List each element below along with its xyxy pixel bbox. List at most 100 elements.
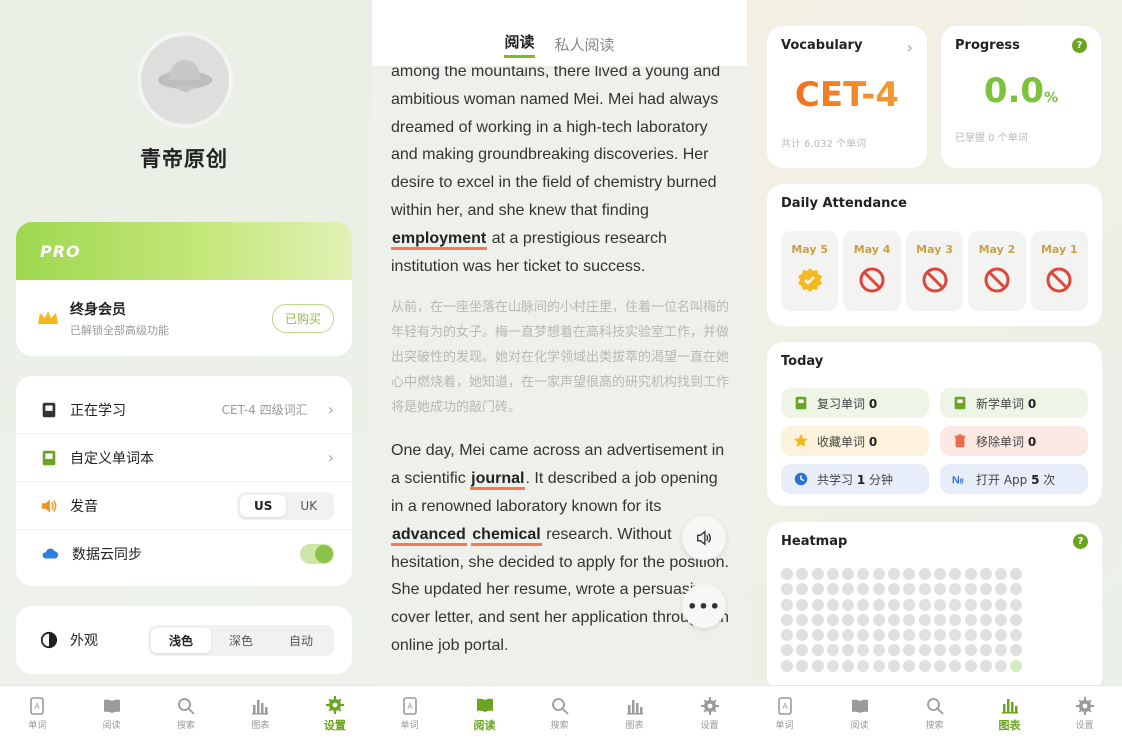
heatmap-cell: [796, 613, 809, 626]
heatmap-cell: [964, 613, 977, 626]
tab-label: 阅读: [473, 718, 496, 732]
heatmap-cell: [781, 644, 793, 657]
search-icon: [178, 698, 195, 715]
vocabulary-card[interactable]: Vocabulary › CET-4 共计 6,032 个单词: [767, 26, 927, 168]
tab-gear[interactable]: 设置: [1047, 686, 1122, 741]
appearance-selector[interactable]: 浅色 深色 自动: [147, 624, 334, 656]
tab-word[interactable]: A 单词: [747, 686, 822, 741]
heatmap-cell: [918, 644, 931, 657]
settings-screen: 青帝原创 PRO 终身会员 已解锁全部高级功能 已购买 正在学习 CET-4 四…: [0, 0, 372, 741]
heatmap-cell: [918, 659, 931, 672]
tab-label: 设置: [700, 721, 719, 731]
word-icon: A: [402, 697, 417, 715]
attendance-date: May 3: [916, 243, 953, 256]
option-uk[interactable]: UK: [286, 495, 331, 517]
svg-text:A: A: [782, 702, 788, 711]
word-icon: A: [30, 697, 45, 715]
heatmap-cell: [903, 598, 916, 611]
cloud-sync-toggle[interactable]: [300, 544, 334, 564]
row-cloud-sync: 数据云同步: [16, 530, 352, 578]
stat-text: 打开 App 5 次: [976, 472, 1056, 487]
tab-search[interactable]: 搜索: [149, 686, 223, 741]
audio-button[interactable]: [682, 516, 726, 560]
heatmap-cell: [995, 583, 1008, 596]
more-icon: •••: [687, 596, 721, 616]
tab-gear[interactable]: 设置: [672, 686, 747, 741]
heatmap-cell: [842, 629, 855, 642]
stat-text: 复习单词 0: [817, 396, 878, 411]
tab-chart[interactable]: 图表: [597, 686, 672, 741]
vocabulary-value: CET-4: [781, 75, 913, 115]
word-icon: A: [777, 697, 792, 715]
heatmap-cell: [903, 568, 916, 580]
more-button[interactable]: •••: [682, 584, 726, 628]
tab-book-open[interactable]: 阅读: [74, 686, 148, 741]
heatmap-cell: [872, 568, 885, 580]
heatmap-cell: [979, 583, 992, 596]
help-icon[interactable]: ?: [1072, 38, 1087, 53]
heatmap-cell: [995, 568, 1008, 580]
purchased-button[interactable]: 已购买: [271, 303, 334, 333]
option-auto[interactable]: 自动: [271, 628, 331, 653]
tab-word[interactable]: A 单词: [0, 686, 74, 741]
tab-search[interactable]: 搜索: [522, 686, 597, 741]
heatmap-cell: [811, 583, 824, 596]
pro-card[interactable]: PRO 终身会员 已解锁全部高级功能 已购买: [16, 222, 352, 356]
paragraph: among the mountains, there lived a young…: [391, 63, 721, 275]
heatmap-card: Heatmap?: [767, 522, 1102, 692]
help-icon[interactable]: ?: [1073, 534, 1088, 549]
today-stat: № 打开 App 5 次: [940, 464, 1088, 494]
heatmap-cell: [888, 644, 901, 657]
tab-reading[interactable]: 阅读: [504, 31, 535, 58]
tab-word[interactable]: A 单词: [372, 686, 447, 741]
missed-icon: [1046, 267, 1072, 293]
heatmap-cell: [811, 613, 824, 626]
heatmap-cell: [995, 659, 1008, 672]
highlight-word[interactable]: journal: [470, 470, 526, 491]
chevron-right-icon: ›: [327, 400, 334, 419]
heatmap-cell: [781, 598, 793, 611]
attendance-day: May 1: [1030, 231, 1089, 311]
tab-search[interactable]: 搜索: [897, 686, 972, 741]
heatmap-cell: [918, 629, 931, 642]
option-dark[interactable]: 深色: [211, 628, 271, 653]
tab-label: 阅读: [102, 721, 121, 731]
row-current-study[interactable]: 正在学习 CET-4 四级词汇 ›: [16, 386, 352, 434]
accent-selector[interactable]: US UK: [236, 491, 334, 520]
heatmap-cell: [1010, 568, 1023, 580]
heatmap-cell: [888, 659, 901, 672]
gear-icon: [1075, 697, 1094, 715]
heatmap-cell: [857, 583, 870, 596]
tab-private-reading[interactable]: 私人阅读: [555, 34, 615, 58]
heatmap-cell: [796, 659, 809, 672]
heatmap-cell: [872, 583, 885, 596]
heatmap-cell: [918, 598, 931, 611]
avatar[interactable]: [137, 32, 233, 128]
highlight-word[interactable]: chemical: [471, 525, 542, 546]
tab-label: 单词: [775, 721, 794, 731]
svg-text:№: №: [952, 474, 964, 486]
attendance-day: May 5: [781, 231, 839, 311]
card-title: Today: [781, 354, 824, 369]
tab-chart[interactable]: 图表: [223, 686, 297, 741]
tab-label: 图表: [625, 721, 644, 731]
heatmap-cell: [796, 598, 809, 611]
option-us[interactable]: US: [239, 494, 287, 517]
highlight-word[interactable]: advanced: [391, 525, 467, 546]
tab-book-open[interactable]: 阅读: [822, 686, 897, 741]
highlight-word[interactable]: employment: [391, 229, 488, 250]
tab-label: 搜索: [550, 721, 569, 731]
heatmap-cell: [949, 644, 962, 657]
tab-book-open[interactable]: 阅读: [447, 686, 522, 741]
row-custom-wordbook[interactable]: 自定义单词本 ›: [16, 434, 352, 482]
heatmap-cell: [796, 629, 809, 642]
pro-badge: PRO: [16, 222, 352, 280]
reading-header: 阅读 私人阅读: [372, 0, 747, 66]
tab-chart[interactable]: 图表: [972, 686, 1047, 741]
tab-gear[interactable]: 设置: [298, 686, 372, 741]
heatmap-cell: [949, 613, 962, 626]
option-light[interactable]: 浅色: [150, 627, 211, 653]
heatmap-cell: [995, 644, 1008, 657]
today-card: Today 复习单词 0 新学单词 0 收藏单词 0 移除单词 0 共学习 1 分钟 № 打…: [767, 342, 1102, 506]
heatmap-cell: [796, 644, 809, 657]
